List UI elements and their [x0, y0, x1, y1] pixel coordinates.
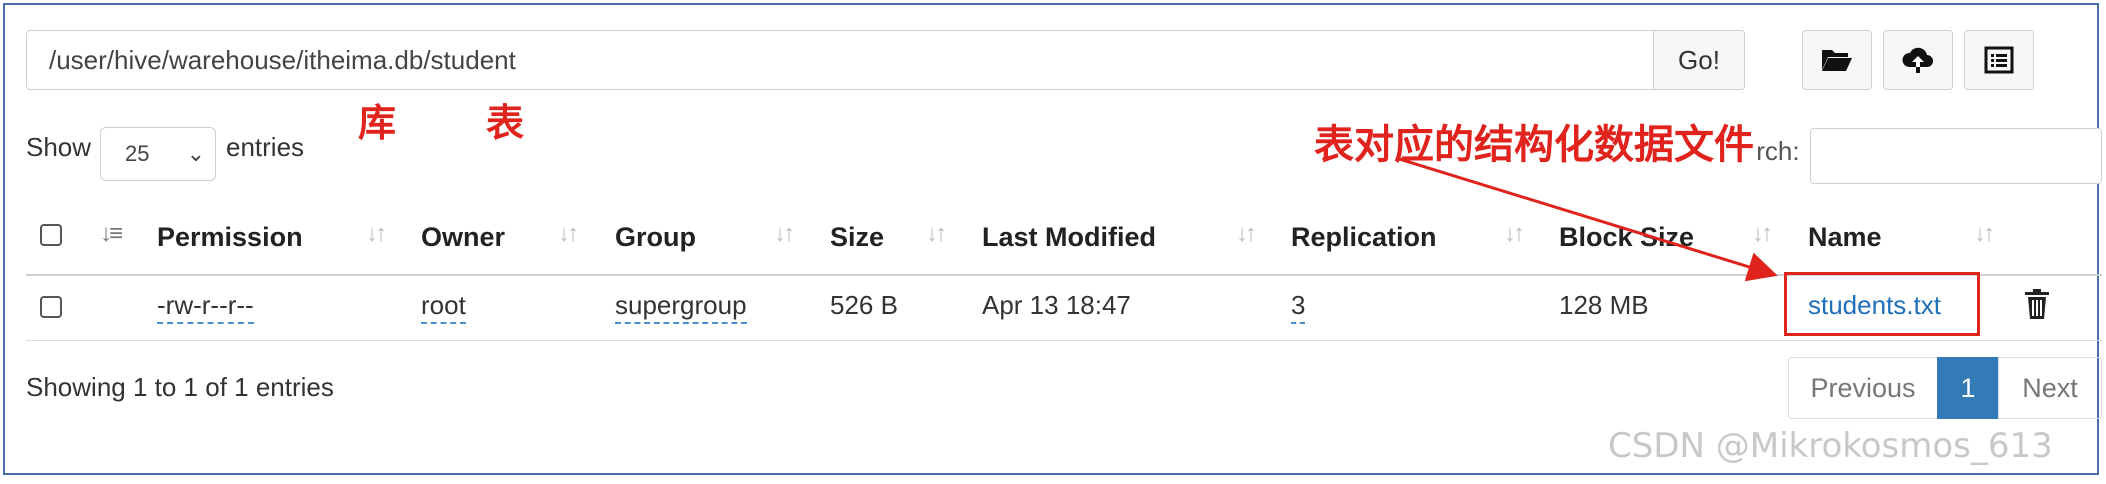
page-1-button[interactable]: 1	[1937, 357, 1999, 419]
table-info: Showing 1 to 1 of 1 entries	[26, 372, 334, 402]
previous-button[interactable]: Previous	[1788, 357, 1938, 419]
next-button[interactable]: Next	[1998, 357, 2102, 419]
watermark: CSDN @Mikrokosmos_613	[1608, 426, 2053, 466]
